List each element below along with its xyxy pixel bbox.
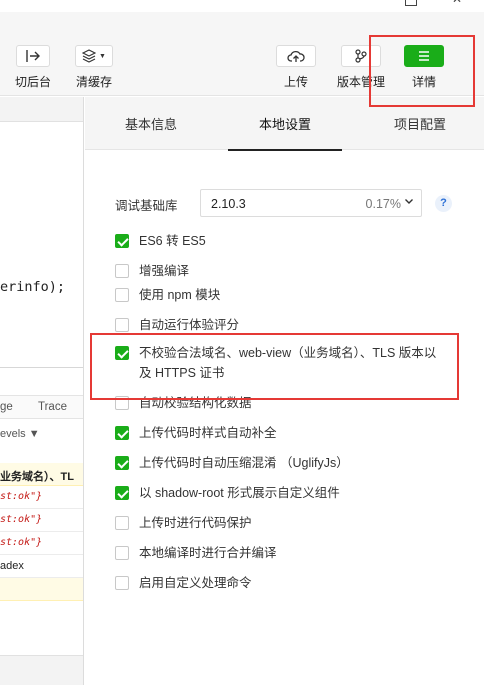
checkbox[interactable] [115, 396, 129, 410]
log-row: st:ok"} [0, 509, 83, 532]
option-label: 本地编译时进行合并编译 [139, 546, 277, 560]
console-log-list: 业务域名）、TL st:ok"} st:ok"} st:ok"} adex [0, 463, 83, 601]
editor-console-panel: erinfo); ge Trace evels ▼ 业务域名）、TL st:ok… [0, 97, 84, 685]
checkbox[interactable] [115, 288, 129, 302]
upload-cloud-icon [276, 45, 316, 67]
details-tab-bar: 基本信息 本地设置 项目配置 [85, 97, 484, 151]
clear-cache-icon: ▼ [75, 45, 113, 67]
option-label: 上传代码时样式自动补全 [139, 426, 277, 440]
option-label: 自动校验结构化数据 [139, 396, 252, 410]
log-row: 业务域名）、TL [0, 463, 83, 486]
restore-window-icon[interactable] [405, 0, 417, 6]
version-branch-icon [341, 45, 381, 67]
log-text: adex [0, 560, 24, 572]
clear-cache-label: 清缓存 [75, 75, 112, 89]
base-library-select[interactable]: 2.10.3 0.17% [200, 189, 422, 217]
chevron-down-icon [405, 199, 413, 204]
clear-cache-button[interactable]: ▼ 清缓存 [74, 45, 114, 90]
upload-button[interactable]: 上传 [276, 45, 316, 90]
log-row: adex [0, 555, 83, 578]
version-management-button[interactable]: 版本管理 [336, 45, 386, 90]
details-label: 详情 [411, 75, 436, 89]
checkbox[interactable] [115, 318, 129, 332]
checkbox[interactable] [115, 576, 129, 590]
version-management-label: 版本管理 [336, 75, 385, 89]
log-text: 业务域名）、TL [0, 471, 74, 483]
option-label: 自动运行体验评分 [139, 318, 240, 332]
checkbox[interactable] [115, 234, 129, 248]
option-label: ES6 转 ES5 [139, 234, 206, 248]
switch-background-button[interactable]: 切后台 [14, 45, 52, 90]
option-label: 增强编译 [139, 264, 190, 278]
log-text: st:ok"} [0, 491, 43, 502]
tab-local-settings[interactable]: 本地设置 [228, 97, 342, 151]
tab-project-config[interactable]: 项目配置 [375, 97, 465, 150]
help-icon[interactable]: ? [435, 195, 452, 212]
checkbox[interactable] [115, 516, 129, 530]
toolbar: 切后台 ▼ 清缓存 上传 版本管理 详情 [0, 12, 484, 96]
details-panel: 基本信息 本地设置 项目配置 调试基础库 2.10.3 0.17% ? ES6 … [85, 97, 484, 685]
base-library-version: 2.10.3 [211, 197, 246, 211]
console-tab-bar: ge Trace [0, 395, 83, 419]
checkbox[interactable] [115, 546, 129, 560]
base-library-percent: 0.17% [365, 197, 401, 211]
checkbox[interactable] [115, 456, 129, 470]
option-label: 启用自定义处理命令 [139, 576, 252, 590]
close-window-icon[interactable]: ✕ [452, 0, 464, 6]
tab-trace[interactable]: Trace [38, 401, 67, 413]
base-library-label: 调试基础库 [115, 199, 178, 213]
switch-background-icon [16, 45, 50, 67]
checkbox[interactable] [115, 264, 129, 278]
option-label: 以 shadow-root 形式展示自定义组件 [139, 486, 340, 500]
log-text: st:ok"} [0, 514, 43, 525]
details-button[interactable]: 详情 [404, 45, 444, 90]
option-label: 上传时进行代码保护 [139, 516, 252, 530]
checkbox[interactable] [115, 426, 129, 440]
log-row: st:ok"} [0, 532, 83, 555]
tab-basic-info[interactable]: 基本信息 [105, 97, 197, 150]
code-line: erinfo); [0, 279, 66, 295]
log-row: st:ok"} [0, 486, 83, 509]
editor-tab-strip [0, 97, 83, 122]
window-titlebar: ✕ [0, 0, 484, 12]
status-strip [0, 655, 83, 685]
checkbox[interactable] [115, 486, 129, 500]
option-label: 不校验合法域名、web-view（业务域名）、TLS 版本以及 HTTPS 证书 [139, 346, 437, 380]
upload-label: 上传 [283, 75, 308, 89]
option-label: 上传代码时自动压缩混淆 （UglifyJs） [139, 456, 349, 470]
log-levels-filter[interactable]: evels ▼ [0, 428, 40, 440]
log-row [0, 578, 83, 601]
switch-background-label: 切后台 [14, 75, 51, 89]
checkbox[interactable] [115, 346, 129, 360]
option-label: 使用 npm 模块 [139, 288, 221, 302]
menu-lines-icon [404, 45, 444, 67]
chevron-down-icon: ▼ [99, 52, 106, 60]
tab-storage[interactable]: ge [0, 401, 13, 413]
log-text: st:ok"} [0, 537, 43, 548]
panel-divider[interactable] [0, 367, 83, 368]
